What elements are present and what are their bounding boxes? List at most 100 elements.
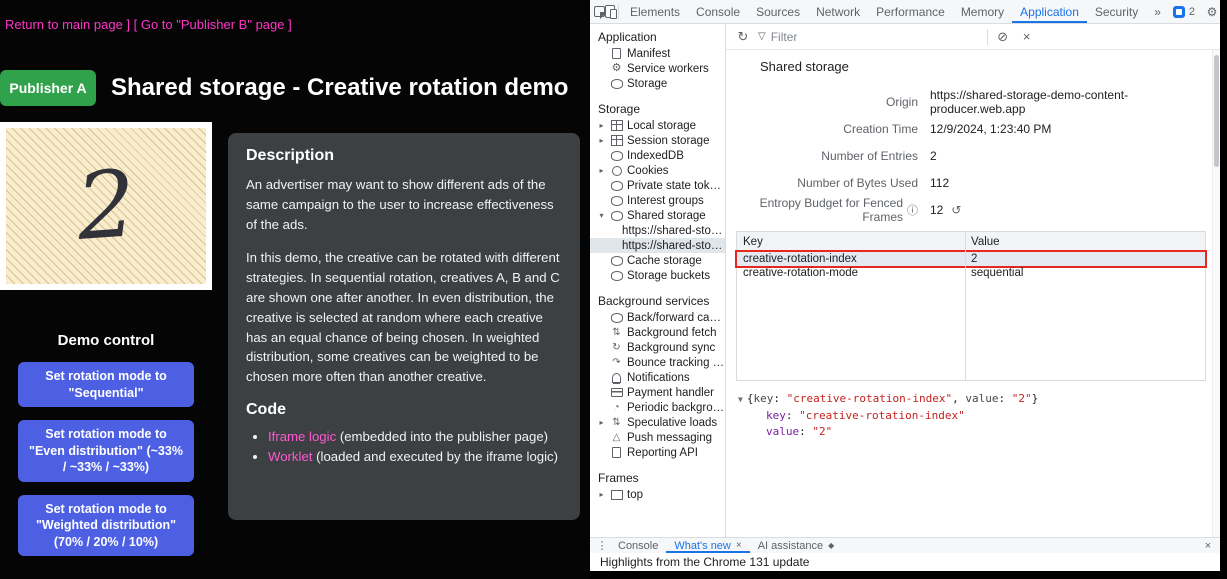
- column-header-value[interactable]: Value: [965, 236, 1000, 248]
- tab-security[interactable]: Security: [1087, 0, 1146, 23]
- inspect-icon[interactable]: [594, 0, 605, 23]
- sidebar-item-label: https://shared-storage…: [622, 225, 725, 237]
- meta-label: Entropy Budget for Fenced Frames ⓘ: [736, 196, 918, 223]
- settings-gear-icon[interactable]: ⚙: [1201, 5, 1223, 19]
- device-toolbar-icon[interactable]: [605, 0, 615, 23]
- code-heading: Code: [246, 401, 562, 419]
- worklet-link[interactable]: Worklet: [268, 449, 312, 464]
- drawer-menu-icon[interactable]: ⋮: [594, 539, 610, 552]
- sidebar-item-top-frame[interactable]: ▸ top: [590, 487, 725, 502]
- sidebar-item-storage-buckets[interactable]: Storage buckets: [590, 268, 725, 283]
- expand-caret-icon[interactable]: ▼: [738, 394, 743, 406]
- drawer-tab-whats-new[interactable]: What's new ×: [666, 538, 749, 553]
- sidebar-item-indexeddb[interactable]: IndexedDB: [590, 148, 725, 163]
- sidebar-item-payment-handler[interactable]: Payment handler: [590, 385, 725, 400]
- sidebar-item-cache-storage[interactable]: Cache storage: [590, 253, 725, 268]
- sidebar-item-label: Background sync: [627, 342, 715, 354]
- info-icon[interactable]: ⓘ: [907, 202, 918, 218]
- sidebar-item-label: Shared storage: [627, 210, 706, 222]
- bell-icon: [610, 371, 623, 384]
- sidebar-item-reporting-api[interactable]: Reporting API: [590, 445, 725, 460]
- set-sequential-button[interactable]: Set rotation mode to "Sequential": [18, 362, 194, 407]
- disclosure-arrow[interactable]: ▸: [597, 166, 606, 175]
- clear-icon[interactable]: ×: [1018, 29, 1036, 44]
- sidebar-item-label: Background fetch: [627, 327, 717, 339]
- sidebar-section-storage: Storage: [590, 100, 725, 118]
- drawer-tab-ai-assistance[interactable]: AI assistance ◆: [750, 538, 843, 553]
- sidebar-item-local-storage[interactable]: ▸ Local storage: [590, 118, 725, 133]
- meta-label: Number of Entries: [736, 142, 918, 169]
- list-item: Iframe logic (embedded into the publishe…: [268, 427, 562, 447]
- sidebar-item-back-forward-cache[interactable]: Back/forward cache: [590, 310, 725, 325]
- column-divider[interactable]: [965, 232, 966, 380]
- tab-memory[interactable]: Memory: [953, 0, 1012, 23]
- sidebar-item-label: Speculative loads: [627, 417, 717, 429]
- column-header-key[interactable]: Key: [737, 236, 965, 248]
- preview-entry: key: "creative-rotation-index": [738, 408, 1206, 425]
- sidebar-item-cookies[interactable]: ▸ Cookies: [590, 163, 725, 178]
- sidebar-item-shared-storage-origin-1[interactable]: https://shared-storage…: [590, 223, 725, 238]
- issues-badge[interactable]: 2: [1169, 6, 1199, 18]
- reset-budget-icon[interactable]: ↺: [951, 203, 961, 217]
- disclosure-arrow[interactable]: ▸: [597, 121, 606, 130]
- sidebar-item-service-workers[interactable]: Service workers: [590, 61, 725, 76]
- sidebar-item-shared-storage-origin-2[interactable]: https://shared-storage…: [590, 238, 725, 253]
- drawer-tabbar: ⋮ Console What's new × AI assistance ◆ ×: [590, 537, 1220, 553]
- sidebar-item-periodic-background-sync[interactable]: Periodic backgroun…: [590, 400, 725, 415]
- disclosure-arrow[interactable]: ▸: [597, 418, 606, 427]
- sidebar-item-manifest[interactable]: Manifest: [590, 46, 725, 61]
- tab-console[interactable]: Console: [688, 0, 748, 23]
- set-weighted-distribution-button[interactable]: Set rotation mode to "Weighted distribut…: [18, 495, 194, 557]
- sidebar-item-speculative-loads[interactable]: ▸ Speculative loads: [590, 415, 725, 430]
- tabbar-right-controls: 2 ⚙ ⋮ ×: [1169, 5, 1227, 19]
- tab-application[interactable]: Application: [1012, 0, 1087, 23]
- sidebar-item-shared-storage[interactable]: ▾ Shared storage: [590, 208, 725, 223]
- filter-input[interactable]: [771, 30, 951, 44]
- database-icon: [610, 254, 623, 267]
- set-even-distribution-button[interactable]: Set rotation mode to "Even distribution"…: [18, 420, 194, 482]
- speculative-loads-icon: [610, 416, 623, 429]
- sidebar-item-background-fetch[interactable]: Background fetch: [590, 325, 725, 340]
- tab-network[interactable]: Network: [808, 0, 868, 23]
- sync-icon: [610, 341, 623, 354]
- gear-icon: [610, 62, 623, 75]
- close-tab-icon[interactable]: ×: [736, 540, 742, 551]
- sidebar-item-interest-groups[interactable]: Interest groups: [590, 193, 725, 208]
- sidebar-section-application: Application: [590, 28, 725, 46]
- tab-elements[interactable]: Elements: [622, 0, 688, 23]
- sidebar-item-push-messaging[interactable]: Push messaging: [590, 430, 725, 445]
- sidebar-item-private-state-tokens[interactable]: Private state tokens: [590, 178, 725, 193]
- iframe-logic-link[interactable]: Iframe logic: [268, 429, 336, 444]
- page-nav-links[interactable]: Return to main page ] [ Go to "Publisher…: [5, 17, 292, 32]
- divider: [987, 29, 988, 45]
- sidebar-item-notifications[interactable]: Notifications: [590, 370, 725, 385]
- entries-count-value: 2: [930, 142, 1206, 169]
- disclosure-arrow[interactable]: ▸: [597, 136, 606, 145]
- table-row[interactable]: creative-rotation-index 2: [737, 252, 1205, 266]
- disclosure-arrow[interactable]: ▾: [597, 211, 606, 220]
- sidebar-item-session-storage[interactable]: ▸ Session storage: [590, 133, 725, 148]
- description-paragraph-2: In this demo, the creative can be rotate…: [246, 248, 562, 387]
- sidebar-item-storage[interactable]: Storage: [590, 76, 725, 91]
- key-cell: creative-rotation-index: [737, 253, 965, 265]
- sidebar-item-label: Manifest: [627, 48, 670, 60]
- devtools-tabbar: Elements Console Sources Network Perform…: [590, 0, 1220, 24]
- drawer-tab-console[interactable]: Console: [610, 538, 666, 553]
- table-row[interactable]: creative-rotation-mode sequential: [737, 266, 1205, 280]
- tab-sources[interactable]: Sources: [748, 0, 808, 23]
- sidebar-item-bounce-tracking[interactable]: Bounce tracking miti…: [590, 355, 725, 370]
- sidebar-item-background-sync[interactable]: Background sync: [590, 340, 725, 355]
- sidebar-item-label: Payment handler: [627, 387, 714, 399]
- refresh-icon[interactable]: ↻: [734, 29, 752, 45]
- delete-all-icon[interactable]: ⊘: [994, 29, 1012, 45]
- vertical-scrollbar[interactable]: [1212, 50, 1220, 537]
- scrollbar-thumb[interactable]: [1214, 55, 1219, 167]
- database-icon: [610, 269, 623, 282]
- tab-performance[interactable]: Performance: [868, 0, 953, 23]
- sidebar-item-label: Interest groups: [627, 195, 704, 207]
- more-tabs-icon[interactable]: »: [1146, 0, 1169, 23]
- devtools-window: Elements Console Sources Network Perform…: [590, 0, 1220, 571]
- preview-entry: value: "2": [738, 424, 1206, 441]
- close-drawer-icon[interactable]: ×: [1200, 540, 1216, 552]
- disclosure-arrow[interactable]: ▸: [597, 490, 606, 499]
